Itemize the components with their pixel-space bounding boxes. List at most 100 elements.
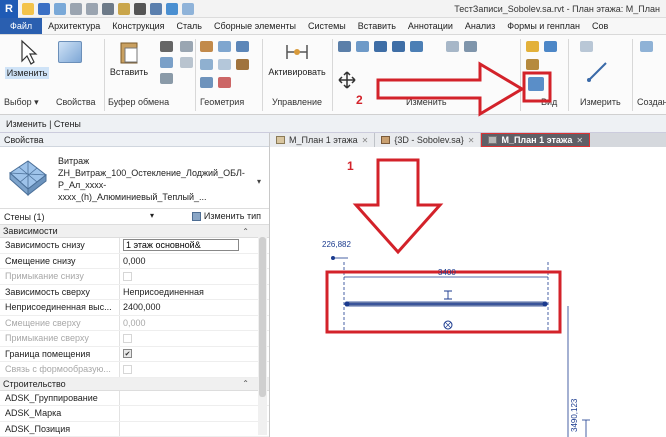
override-icon[interactable] bbox=[544, 41, 557, 52]
activate-button[interactable]: Активировать bbox=[266, 39, 328, 77]
geometry-join-icon[interactable] bbox=[218, 41, 231, 52]
close-icon[interactable]: ✕ bbox=[362, 136, 369, 145]
cope-icon[interactable] bbox=[180, 41, 193, 52]
type-dropdown-icon[interactable]: ▾ bbox=[257, 177, 261, 186]
tab-insert[interactable]: Вставить bbox=[352, 18, 402, 34]
tab-precast[interactable]: Сборные элементы bbox=[208, 18, 302, 34]
property-value[interactable] bbox=[120, 238, 240, 253]
doc-tab-3d[interactable]: {3D - Sobolev.sa} ✕ bbox=[375, 133, 482, 147]
property-row[interactable]: ADSK_Позиция bbox=[0, 421, 269, 437]
tab-file[interactable]: Файл bbox=[0, 18, 43, 34]
paint-icon[interactable] bbox=[218, 59, 231, 70]
window-title: ТестЗаписи_Sobolev.sa.rvt - План этажа: … bbox=[454, 3, 660, 14]
geometry-cut-icon[interactable] bbox=[200, 41, 213, 52]
property-value[interactable]: 2400,000 bbox=[120, 300, 240, 315]
split-face-icon[interactable] bbox=[200, 59, 213, 70]
demolish-icon[interactable] bbox=[236, 59, 249, 70]
tab-structure[interactable]: Конструкция bbox=[106, 18, 170, 34]
tab-systems[interactable]: Системы bbox=[302, 18, 352, 34]
offset-icon[interactable] bbox=[356, 41, 369, 52]
move-icon[interactable] bbox=[338, 71, 356, 89]
align-icon[interactable] bbox=[338, 41, 351, 52]
undo-icon[interactable] bbox=[70, 2, 82, 15]
copy-icon[interactable] bbox=[160, 57, 173, 68]
tab-massing-site[interactable]: Формы и генплан bbox=[501, 18, 586, 34]
property-row[interactable]: ADSK_Марка bbox=[0, 406, 269, 422]
properties-scrollbar[interactable] bbox=[258, 225, 267, 435]
hide-icon[interactable] bbox=[526, 41, 539, 52]
doc-tab-plan[interactable]: М_План 1 этажа ✕ bbox=[270, 133, 376, 147]
property-value[interactable]: ✔ bbox=[120, 347, 240, 362]
tab-collaborate[interactable]: Сов bbox=[586, 18, 614, 34]
window-icon[interactable] bbox=[182, 2, 194, 15]
property-row[interactable]: Примыкание снизу bbox=[0, 269, 269, 285]
property-value[interactable]: 0,000 bbox=[120, 254, 240, 269]
dimension-top[interactable]: 3400 bbox=[438, 268, 456, 277]
property-value[interactable] bbox=[120, 391, 240, 406]
paste-button[interactable]: Вставить bbox=[108, 39, 150, 77]
property-value[interactable] bbox=[120, 406, 240, 421]
property-checkbox[interactable]: ✔ bbox=[123, 349, 132, 359]
3d-view-icon[interactable] bbox=[166, 2, 178, 15]
property-row[interactable]: Зависимость сверху Неприсоединенная bbox=[0, 284, 269, 300]
match-icon[interactable] bbox=[160, 73, 173, 84]
cut-icon[interactable] bbox=[160, 41, 173, 52]
redo-icon[interactable] bbox=[86, 2, 98, 15]
dimension-left[interactable]: 226,882 bbox=[322, 240, 351, 249]
mirror-axis-icon[interactable] bbox=[374, 41, 387, 52]
tab-architecture[interactable]: Архитектура bbox=[42, 18, 106, 34]
properties-button[interactable] bbox=[58, 41, 82, 63]
property-row[interactable]: Граница помещения ✔ bbox=[0, 346, 269, 362]
property-value[interactable] bbox=[120, 422, 240, 437]
modify-button[interactable]: Изменить bbox=[2, 39, 52, 79]
tab-annotate[interactable]: Аннотации bbox=[402, 18, 459, 34]
text-icon[interactable] bbox=[134, 2, 146, 15]
filter-dropdown-icon[interactable]: ▾ bbox=[150, 211, 154, 220]
dimension-vertical[interactable]: 3490,123 bbox=[570, 399, 579, 432]
save-icon[interactable] bbox=[38, 2, 50, 15]
mirror-draw-icon[interactable] bbox=[392, 41, 405, 52]
close-icon[interactable]: ✕ bbox=[468, 136, 475, 145]
wall-join-icon[interactable] bbox=[236, 41, 249, 52]
category-constraints[interactable]: Зависимости ⌃ bbox=[0, 225, 269, 238]
join-icon[interactable] bbox=[180, 57, 193, 68]
sync-icon[interactable] bbox=[54, 2, 66, 15]
property-value-input[interactable] bbox=[123, 239, 239, 252]
collapse-icon[interactable]: ⌃ bbox=[242, 379, 249, 388]
measure-dimension-icon[interactable] bbox=[586, 61, 608, 83]
open-icon[interactable] bbox=[22, 2, 34, 15]
revit-logo[interactable]: R bbox=[0, 0, 18, 18]
collapse-icon[interactable]: ⌃ bbox=[242, 227, 249, 236]
close-icon[interactable]: ✕ bbox=[576, 136, 583, 145]
unpin-icon[interactable] bbox=[464, 41, 477, 52]
property-row[interactable]: ADSK_Группирование bbox=[0, 390, 269, 406]
home-icon[interactable] bbox=[150, 2, 162, 15]
property-row[interactable]: Связь с формообразую... bbox=[0, 362, 269, 378]
group-select-label[interactable]: Выбор ▾ bbox=[4, 97, 39, 108]
pin-icon[interactable] bbox=[446, 41, 459, 52]
property-row[interactable]: Примыкание сверху bbox=[0, 331, 269, 347]
type-selector[interactable]: Витраж ZH_Витраж_100_Остекление_Лоджий_О… bbox=[0, 147, 269, 209]
scrollbar-thumb[interactable] bbox=[259, 237, 266, 397]
property-row[interactable]: Неприсоединенная выс... 2400,000 bbox=[0, 300, 269, 316]
property-row[interactable]: Смещение снизу 0,000 bbox=[0, 253, 269, 269]
doc-tab-plan-active[interactable]: М_План 1 этажа ✕ bbox=[481, 133, 591, 147]
split-icon[interactable] bbox=[410, 41, 423, 52]
selection-box-icon[interactable] bbox=[528, 77, 544, 91]
property-row[interactable]: Смещение сверху 0,000 bbox=[0, 315, 269, 331]
category-construction[interactable]: Строительство ⌃ bbox=[0, 377, 269, 391]
edit-type-button[interactable]: Изменить тип bbox=[191, 211, 261, 221]
tab-analyze[interactable]: Анализ bbox=[459, 18, 501, 34]
property-value[interactable]: Неприсоединенная bbox=[120, 285, 240, 300]
tab-steel[interactable]: Сталь bbox=[171, 18, 208, 34]
drawing-canvas[interactable] bbox=[271, 147, 666, 437]
create-assembly-icon[interactable] bbox=[640, 41, 653, 52]
profile-icon[interactable] bbox=[200, 77, 213, 88]
instance-filter[interactable]: Стены (1) ▾ Изменить тип bbox=[0, 209, 269, 225]
linework-icon[interactable] bbox=[526, 59, 539, 70]
measure-between-icon[interactable] bbox=[580, 41, 593, 52]
remove-paint-icon[interactable] bbox=[218, 77, 231, 88]
measure-icon[interactable] bbox=[118, 2, 130, 15]
property-row[interactable]: Зависимость снизу bbox=[0, 238, 269, 254]
print-icon[interactable] bbox=[102, 2, 114, 15]
